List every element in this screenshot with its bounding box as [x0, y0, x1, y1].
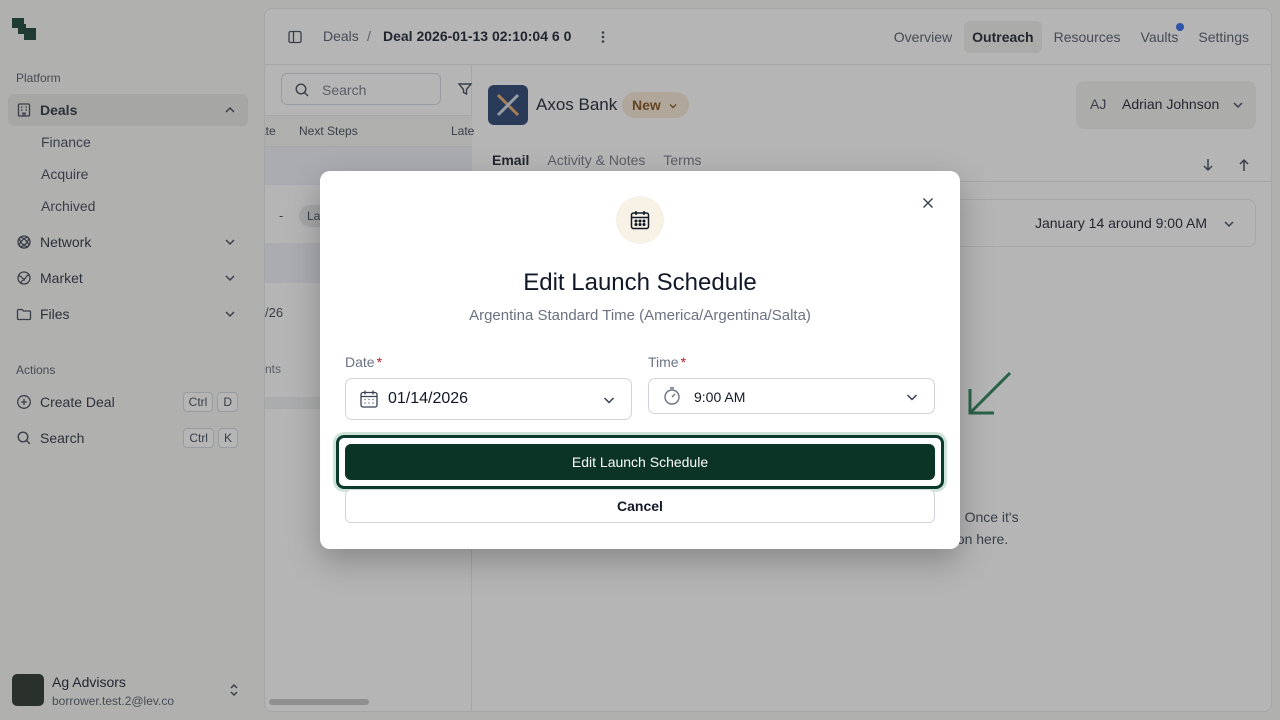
required-mark: * — [376, 354, 383, 370]
cancel-button[interactable]: Cancel — [345, 489, 935, 523]
timezone-subtitle: Argentina Standard Time (America/Argenti… — [469, 307, 811, 324]
chevron-down-icon — [904, 389, 920, 405]
chevron-down-icon — [601, 392, 617, 408]
timer-icon — [662, 386, 682, 406]
label-text: Date — [345, 354, 375, 370]
time-label: Time * — [648, 354, 686, 370]
time-value: 9:00 AM — [694, 389, 746, 405]
close-icon[interactable] — [920, 195, 936, 211]
date-label: Date * — [345, 354, 382, 370]
date-picker[interactable]: 01/14/2026 — [345, 378, 632, 420]
calendar-icon — [629, 209, 651, 231]
label-text: Time — [648, 354, 679, 370]
modal-icon-badge — [616, 196, 664, 244]
edit-launch-schedule-button[interactable]: Edit Launch Schedule — [345, 444, 935, 480]
modal-title: Edit Launch Schedule — [523, 269, 757, 296]
date-value: 01/14/2026 — [388, 390, 469, 407]
edit-launch-schedule-dialog: Edit Launch Schedule Argentina Standard … — [320, 171, 960, 549]
required-mark: * — [680, 354, 687, 370]
calendar-icon — [359, 389, 379, 409]
time-select[interactable]: 9:00 AM — [648, 378, 935, 414]
